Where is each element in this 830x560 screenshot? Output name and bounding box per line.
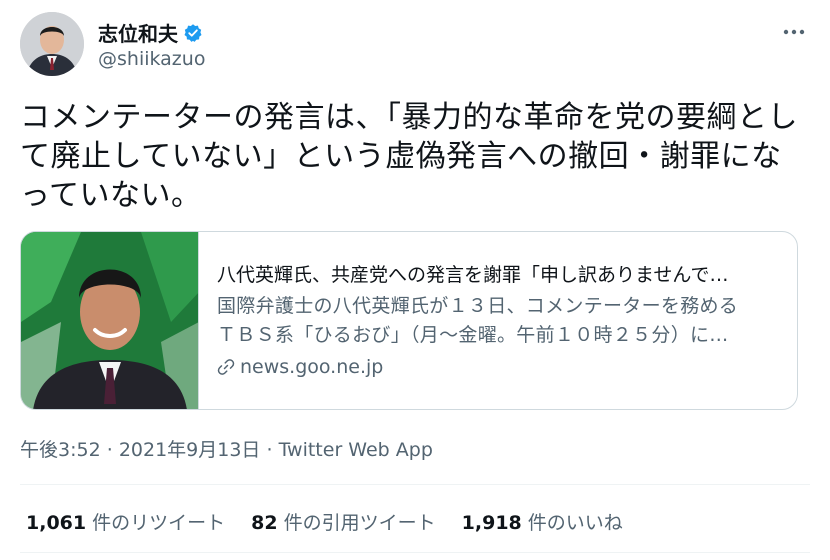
card-body: 八代英輝氏、共産党への発言を謝罪「申し訳ありませんで… 国際弁護士の八代英輝氏が…: [217, 262, 787, 378]
divider: [20, 484, 810, 485]
link-card[interactable]: 八代英輝氏、共産党への発言を謝罪「申し訳ありませんで… 国際弁護士の八代英輝氏が…: [20, 231, 798, 410]
tweet-text: コメンテーターの発言は、「暴力的な革命を党の要綱として廃止していない」という虚偽…: [20, 100, 798, 213]
more-icon[interactable]: [780, 18, 808, 46]
card-domain-row: news.goo.ne.jp: [217, 356, 787, 378]
meta-separator: ·: [106, 439, 119, 461]
likes-label: 件のいいね: [521, 512, 623, 534]
retweets-stat[interactable]: 1,061 件のリツイート: [26, 508, 225, 535]
card-title: 八代英輝氏、共産党への発言を謝罪「申し訳ありませんで…: [217, 264, 729, 286]
likes-stat[interactable]: 1,918 件のいいね: [462, 508, 623, 535]
avatar-image: [20, 12, 84, 76]
card-description: 国際弁護士の八代英輝氏が１３日、コメンテーターを務める ＴＢＳ系「ひるおび」（月…: [217, 292, 787, 350]
tweet-stats: 1,061 件のリツイート 82 件の引用ツイート 1,918 件のいいね: [26, 508, 623, 535]
quotes-label: 件の引用ツイート: [277, 512, 436, 534]
tweet-header: 志位和夫 @shiikazuo: [20, 12, 810, 84]
card-thumbnail: [21, 232, 199, 409]
display-name[interactable]: 志位和夫: [98, 18, 178, 47]
card-description-line: 国際弁護士の八代英輝氏が１３日、コメンテーターを務める: [217, 295, 739, 317]
card-domain: news.goo.ne.jp: [240, 356, 384, 378]
divider: [20, 552, 810, 553]
link-icon: [217, 358, 235, 376]
author-handle[interactable]: @shiikazuo: [98, 48, 205, 70]
tweet-time[interactable]: 午後3:52: [20, 439, 101, 461]
tweet-meta: 午後3:52 · 2021年9月13日 · Twitter Web App: [20, 435, 433, 462]
tweet-date[interactable]: 2021年9月13日: [119, 439, 261, 461]
retweets-count: 1,061: [26, 512, 87, 534]
verified-badge-icon: [183, 23, 203, 43]
card-description-line: ＴＢＳ系「ひるおび」（月～金曜。午前１０時２５分）に…: [217, 324, 729, 346]
meta-separator: ·: [266, 439, 279, 461]
author-name-row: 志位和夫: [98, 18, 203, 47]
quotes-count: 82: [251, 512, 278, 534]
tweet-source[interactable]: Twitter Web App: [279, 439, 433, 461]
avatar[interactable]: [20, 12, 84, 76]
likes-count: 1,918: [461, 512, 522, 534]
retweets-label: 件のリツイート: [86, 512, 226, 534]
quotes-stat[interactable]: 82 件の引用ツイート: [251, 508, 436, 535]
